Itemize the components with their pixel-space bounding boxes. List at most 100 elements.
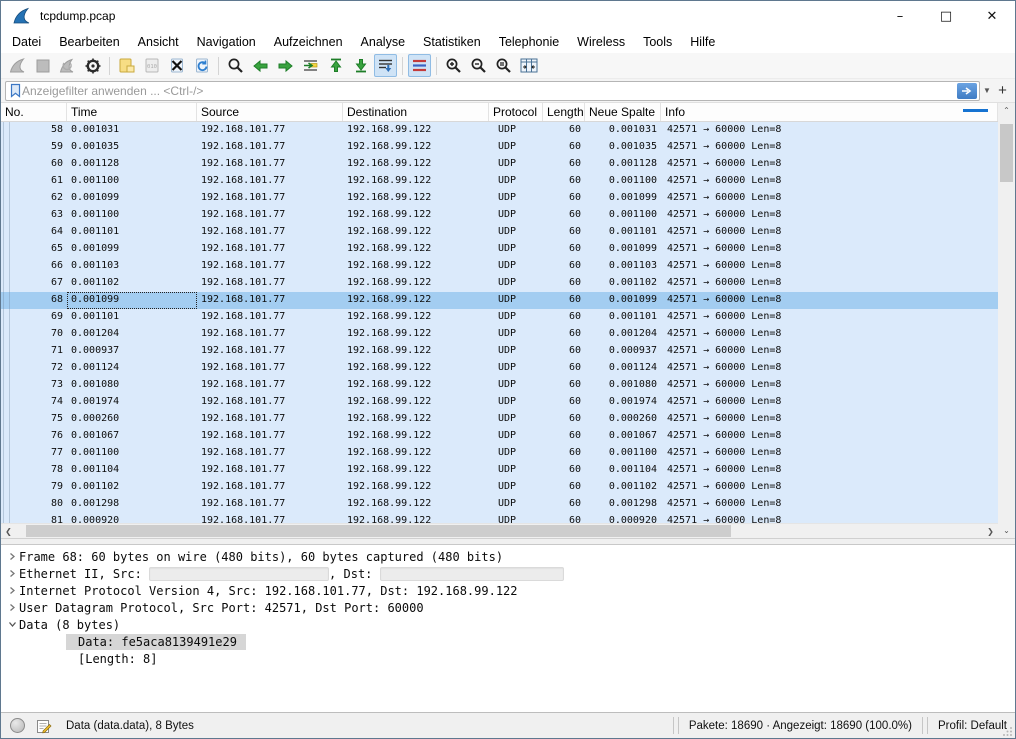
minimize-button[interactable]: – xyxy=(877,1,923,31)
menu-item-navigation[interactable]: Navigation xyxy=(188,33,265,51)
expander-collapsed-icon[interactable] xyxy=(1,552,19,561)
menu-item-bearbeiten[interactable]: Bearbeiten xyxy=(50,33,128,51)
packet-row[interactable]: 690.001101192.168.101.77192.168.99.122UD… xyxy=(1,309,998,326)
scroll-up-arrow-icon[interactable]: ⌃ xyxy=(998,103,1015,118)
go-to-packet-button[interactable] xyxy=(299,54,322,77)
reload-file-button[interactable] xyxy=(190,54,213,77)
packet-row[interactable]: 590.001035192.168.101.77192.168.99.122UD… xyxy=(1,139,998,156)
display-filter-box[interactable] xyxy=(5,81,980,101)
packet-row[interactable]: 640.001101192.168.101.77192.168.99.122UD… xyxy=(1,224,998,241)
packet-row[interactable]: 740.001974192.168.101.77192.168.99.122UD… xyxy=(1,394,998,411)
expander-expanded-icon[interactable] xyxy=(1,620,19,629)
resize-columns-button[interactable] xyxy=(517,54,540,77)
packet-row[interactable]: 650.001099192.168.101.77192.168.99.122UD… xyxy=(1,241,998,258)
detail-line[interactable]: [Length: 8] xyxy=(1,650,1015,667)
column-header-length[interactable]: Length xyxy=(543,103,585,121)
find-packet-button[interactable] xyxy=(224,54,247,77)
filter-dropdown-button[interactable]: ▼ xyxy=(980,81,994,101)
expander-collapsed-icon[interactable] xyxy=(1,569,19,578)
stop-capture-button[interactable] xyxy=(31,54,54,77)
bookmark-icon[interactable] xyxy=(9,83,22,98)
close-file-icon xyxy=(169,58,185,73)
go-last-button[interactable] xyxy=(349,54,372,77)
scroll-left-arrow-icon[interactable]: ❮ xyxy=(1,524,16,538)
packet-cell-protocol: UDP xyxy=(489,326,543,343)
colorize-button[interactable] xyxy=(408,54,431,77)
column-header-no-[interactable]: No. xyxy=(1,103,67,121)
menu-item-wireless[interactable]: Wireless xyxy=(568,33,634,51)
open-file-button[interactable] xyxy=(115,54,138,77)
packet-row[interactable]: 750.000260192.168.101.77192.168.99.122UD… xyxy=(1,411,998,428)
packet-row[interactable]: 770.001100192.168.101.77192.168.99.122UD… xyxy=(1,445,998,462)
menu-item-datei[interactable]: Datei xyxy=(3,33,50,51)
horizontal-scrollbar-thumb[interactable] xyxy=(26,525,731,537)
zoom-reset-button[interactable] xyxy=(492,54,515,77)
packet-row-selected[interactable]: 680.001099192.168.101.77192.168.99.122UD… xyxy=(1,292,998,309)
packet-cell-protocol: UDP xyxy=(489,309,543,326)
detail-line[interactable]: Frame 68: 60 bytes on wire (480 bits), 6… xyxy=(1,548,1015,565)
horizontal-scrollbar[interactable]: ❮ ❯ xyxy=(1,523,998,538)
detail-line[interactable]: Ethernet II, Src: , Dst: xyxy=(1,565,1015,582)
resize-grip[interactable] xyxy=(1003,726,1013,736)
packet-row[interactable]: 660.001103192.168.101.77192.168.99.122UD… xyxy=(1,258,998,275)
expander-collapsed-icon[interactable] xyxy=(1,586,19,595)
menu-item-telephonie[interactable]: Telephonie xyxy=(490,33,568,51)
column-header-destination[interactable]: Destination xyxy=(343,103,489,121)
column-header-neue-spalte[interactable]: Neue Spalte xyxy=(585,103,661,121)
apply-filter-button[interactable] xyxy=(957,83,977,99)
packet-row[interactable]: 800.001298192.168.101.77192.168.99.122UD… xyxy=(1,496,998,513)
expander-collapsed-icon[interactable] xyxy=(1,603,19,612)
menu-item-aufzeichnen[interactable]: Aufzeichnen xyxy=(265,33,352,51)
display-filter-input[interactable] xyxy=(22,83,957,99)
scroll-down-arrow-icon[interactable]: ⌄ xyxy=(998,523,1015,538)
capture-options-button[interactable] xyxy=(81,54,104,77)
packet-cell-time: 0.001099 xyxy=(67,292,197,309)
go-next-button[interactable] xyxy=(274,54,297,77)
expert-info-icon[interactable] xyxy=(10,718,25,733)
menu-item-ansicht[interactable]: Ansicht xyxy=(129,33,188,51)
go-first-button[interactable] xyxy=(324,54,347,77)
menu-item-hilfe[interactable]: Hilfe xyxy=(681,33,724,51)
save-file-button[interactable]: 010 xyxy=(140,54,163,77)
add-filter-button[interactable]: + xyxy=(994,81,1011,101)
packet-row[interactable]: 610.001100192.168.101.77192.168.99.122UD… xyxy=(1,173,998,190)
close-button[interactable]: ✕ xyxy=(969,1,1015,31)
packet-row[interactable]: 810.000920192.168.101.77192.168.99.122UD… xyxy=(1,513,998,523)
packet-row[interactable]: 620.001099192.168.101.77192.168.99.122UD… xyxy=(1,190,998,207)
capture-comment-icon[interactable] xyxy=(36,718,52,734)
vertical-scrollbar-thumb[interactable] xyxy=(1000,124,1013,182)
column-header-info[interactable]: Info xyxy=(661,103,998,121)
start-capture-button[interactable] xyxy=(6,54,29,77)
menu-item-tools[interactable]: Tools xyxy=(634,33,681,51)
close-file-button[interactable] xyxy=(165,54,188,77)
zoom-in-button[interactable] xyxy=(442,54,465,77)
pane-splitter[interactable] xyxy=(1,538,1015,545)
detail-line[interactable]: User Datagram Protocol, Src Port: 42571,… xyxy=(1,599,1015,616)
packet-row[interactable]: 700.001204192.168.101.77192.168.99.122UD… xyxy=(1,326,998,343)
vertical-scrollbar[interactable]: ⌃ ⌄ xyxy=(998,103,1015,538)
packet-row[interactable]: 710.000937192.168.101.77192.168.99.122UD… xyxy=(1,343,998,360)
column-header-source[interactable]: Source xyxy=(197,103,343,121)
restart-capture-button[interactable] xyxy=(56,54,79,77)
auto-scroll-button[interactable] xyxy=(374,54,397,77)
detail-line[interactable]: Data: fe5aca8139491e29 xyxy=(1,633,1015,650)
scroll-right-arrow-icon[interactable]: ❯ xyxy=(983,524,998,538)
packet-row[interactable]: 670.001102192.168.101.77192.168.99.122UD… xyxy=(1,275,998,292)
packet-row[interactable]: 580.001031192.168.101.77192.168.99.122UD… xyxy=(1,122,998,139)
detail-line[interactable]: Data (8 bytes) xyxy=(1,616,1015,633)
packet-row[interactable]: 730.001080192.168.101.77192.168.99.122UD… xyxy=(1,377,998,394)
detail-line[interactable]: Internet Protocol Version 4, Src: 192.16… xyxy=(1,582,1015,599)
column-header-time[interactable]: Time xyxy=(67,103,197,121)
maximize-button[interactable]: □ xyxy=(923,1,969,31)
menu-item-statistiken[interactable]: Statistiken xyxy=(414,33,490,51)
zoom-out-button[interactable] xyxy=(467,54,490,77)
packet-row[interactable]: 600.001128192.168.101.77192.168.99.122UD… xyxy=(1,156,998,173)
packet-row[interactable]: 760.001067192.168.101.77192.168.99.122UD… xyxy=(1,428,998,445)
column-header-protocol[interactable]: Protocol xyxy=(489,103,543,121)
packet-row[interactable]: 630.001100192.168.101.77192.168.99.122UD… xyxy=(1,207,998,224)
packet-row[interactable]: 720.001124192.168.101.77192.168.99.122UD… xyxy=(1,360,998,377)
go-previous-button[interactable] xyxy=(249,54,272,77)
packet-row[interactable]: 780.001104192.168.101.77192.168.99.122UD… xyxy=(1,462,998,479)
menu-item-analyse[interactable]: Analyse xyxy=(352,33,414,51)
packet-row[interactable]: 790.001102192.168.101.77192.168.99.122UD… xyxy=(1,479,998,496)
